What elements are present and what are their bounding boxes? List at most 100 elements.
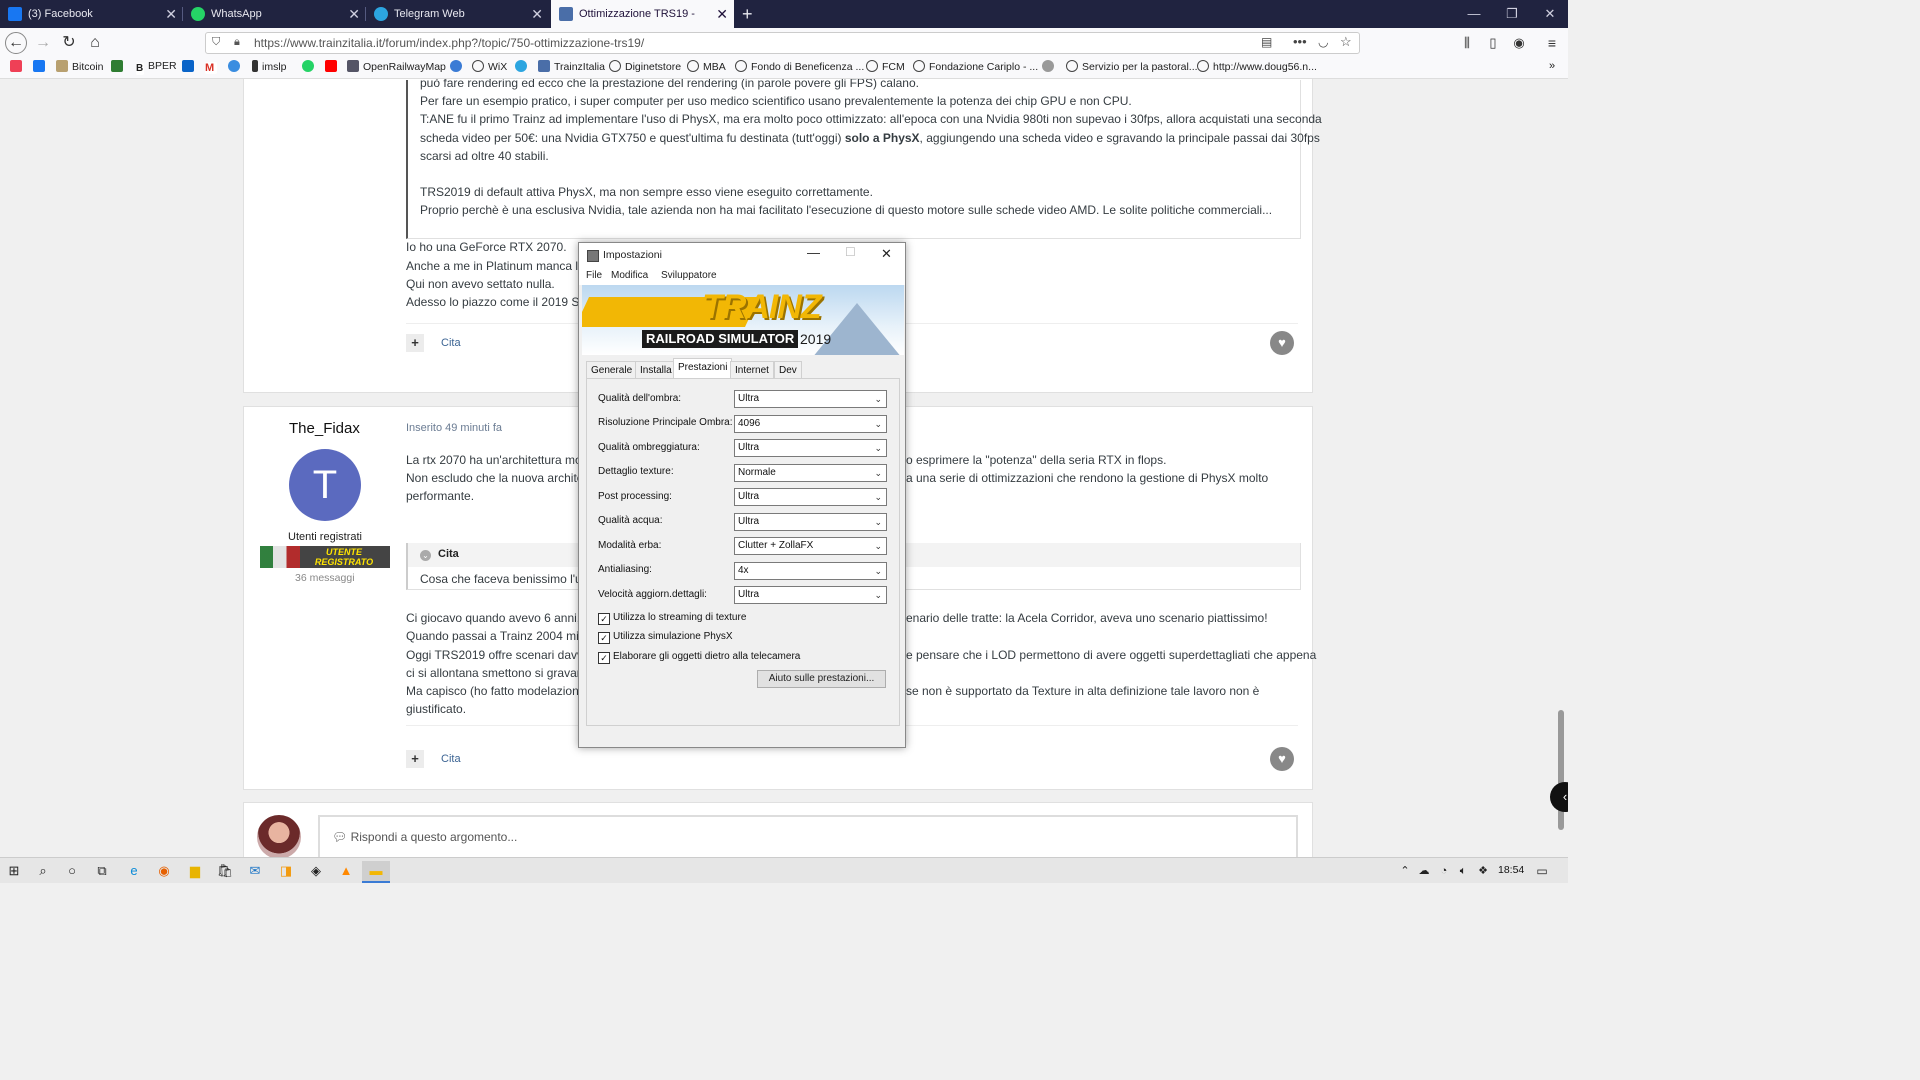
bookmark-openrailwaymap[interactable]: OpenRailwayMap [347, 60, 446, 73]
menu-file[interactable]: File [586, 270, 602, 281]
antialiasing-select[interactable]: 4x ⌄ [734, 562, 887, 580]
menu-modifica[interactable]: Modifica [611, 270, 648, 281]
home-icon[interactable]: ⌂ [84, 32, 106, 54]
close-tab-icon[interactable]: ✕ [348, 0, 360, 28]
checkmark-icon[interactable]: ✓ [598, 613, 610, 625]
bookmark-mba[interactable]: MBA [687, 60, 726, 73]
chevron-down-icon[interactable]: ⌄ [420, 550, 431, 561]
performance-help-button[interactable]: Aiuto sulle prestazioni... [757, 670, 886, 688]
new-tab-button[interactable]: + [736, 0, 760, 28]
page-scrollbar[interactable] [1554, 79, 1568, 857]
close-tab-icon[interactable]: ✕ [531, 0, 543, 28]
volume-icon[interactable]: 🔈︎ [1453, 861, 1473, 881]
bookmark-facebook[interactable] [33, 60, 49, 73]
bookmark-gmail[interactable]: M [205, 60, 221, 74]
url-text[interactable]: https://www.trainzitalia.it/forum/index.… [254, 36, 644, 50]
texture-detail-select[interactable]: Normale ⌄ [734, 464, 887, 482]
firefox-icon[interactable]: ◉ [154, 861, 174, 881]
windows-start-icon[interactable]: ⊞ [4, 861, 24, 881]
reader-view-icon[interactable]: ▤ [1261, 35, 1272, 49]
minimize-icon[interactable]: — [1455, 0, 1493, 28]
onedrive-icon[interactable]: ☁ [1414, 861, 1434, 881]
maximize-icon[interactable]: ☐ [845, 245, 856, 259]
store-icon[interactable]: 🛍︎ [215, 861, 235, 881]
pocket-icon[interactable]: ◡ [1318, 35, 1328, 49]
trainz-taskbar-icon[interactable]: ▬ [362, 861, 390, 883]
water-quality-select[interactable]: Ultra ⌄ [734, 513, 887, 531]
more-actions-icon[interactable]: ••• [1293, 34, 1307, 49]
bookmark-servizio-pastorale[interactable]: Servizio per la pastoral... [1066, 60, 1198, 73]
bookmark-fondazione-cariplo[interactable]: Fondazione Cariplo - ... [913, 60, 1038, 73]
quote-button[interactable]: Cita [441, 753, 461, 765]
bookmark-green[interactable] [111, 60, 127, 73]
menu-icon[interactable]: ≡ [1541, 32, 1563, 54]
post-author[interactable]: The_Fidax [289, 420, 360, 437]
bookmark-outlook[interactable] [182, 60, 198, 73]
edge-icon[interactable]: e [124, 861, 144, 881]
bookmark-diginetstore[interactable]: Diginetstore [609, 60, 681, 73]
mail-icon[interactable]: ✉ [245, 861, 265, 881]
shadow-resolution-select[interactable]: 4096 ⌄ [734, 415, 887, 433]
clock[interactable]: 18:54 [1498, 864, 1524, 876]
search-icon[interactable]: ⌕ [33, 861, 53, 881]
account-icon[interactable]: ◉ [1508, 32, 1530, 54]
multiquote-plus-button[interactable]: + [406, 750, 424, 768]
url-bar[interactable]: ⛉ 🔒︎ https://www.trainzitalia.it/forum/i… [205, 32, 1360, 54]
shadow-quality-select[interactable]: Ultra ⌄ [734, 390, 887, 408]
wifi-icon[interactable]: ◔ [1434, 861, 1454, 881]
like-heart-icon[interactable]: ♥ [1270, 747, 1294, 771]
app-icon[interactable]: ◈ [306, 861, 326, 881]
chevron-up-icon[interactable]: ⌃ [1395, 861, 1415, 881]
floating-action-button[interactable]: ‹ [1550, 782, 1568, 812]
bookmark-c[interactable] [450, 60, 466, 73]
app-icon[interactable]: ◨ [276, 861, 296, 881]
post-processing-select[interactable]: Ultra ⌄ [734, 488, 887, 506]
scrollbar-thumb[interactable] [1558, 710, 1564, 830]
close-tab-icon[interactable]: ✕ [165, 0, 177, 28]
close-window-icon[interactable]: ✕ [1531, 0, 1569, 28]
like-heart-icon[interactable]: ♥ [1270, 331, 1294, 355]
bookmark-fcm[interactable]: FCM [866, 60, 905, 73]
shading-quality-select[interactable]: Ultra ⌄ [734, 439, 887, 457]
tab-prestazioni[interactable]: Prestazioni [673, 358, 733, 379]
notifications-icon[interactable]: ▭ [1532, 861, 1552, 881]
file-explorer-icon[interactable]: ▆ [185, 861, 205, 881]
tab-whatsapp[interactable]: WhatsApp ✕ [183, 0, 366, 28]
bookmark-pocket[interactable] [10, 60, 26, 73]
task-view-icon[interactable]: ⧉ [92, 861, 112, 881]
quote-button[interactable]: Cita [441, 337, 461, 349]
bookmark-doug56[interactable]: http://www.doug56.n... [1197, 60, 1317, 73]
close-tab-icon[interactable]: ✕ [716, 0, 728, 28]
bookmark-imslp[interactable]: imslp [252, 60, 287, 73]
forward-icon[interactable]: → [32, 32, 54, 54]
reply-input[interactable]: 💬︎ Rispondi a questo argomento... [318, 815, 1298, 857]
tab-dev[interactable]: Dev [774, 361, 802, 379]
bookmark-star-icon[interactable]: ☆ [1340, 34, 1352, 50]
multiquote-plus-button[interactable]: + [406, 334, 424, 352]
bookmark-trainzitalia[interactable]: TrainzItalia [538, 60, 605, 73]
avatar[interactable]: T [289, 449, 361, 521]
minimize-icon[interactable]: — [807, 245, 820, 260]
behind-camera-checkbox[interactable]: ✓ Elaborare gli oggetti dietro alla telec… [598, 651, 800, 664]
post-date[interactable]: Inserito 49 minuti fa [406, 422, 502, 434]
bookmark-telegram[interactable] [515, 60, 531, 73]
avatar[interactable] [257, 815, 301, 857]
menu-sviluppatore[interactable]: Sviluppatore [661, 270, 717, 281]
reload-icon[interactable]: ↻ [58, 32, 80, 54]
tab-generale[interactable]: Generale [586, 361, 638, 379]
vlc-icon[interactable]: ▲ [336, 861, 356, 881]
lock-icon[interactable]: 🔒︎ [234, 36, 240, 49]
bookmark-fondo-beneficenza[interactable]: Fondo di Beneficenza ... [735, 60, 864, 73]
bookmark-bitcoin[interactable]: Bitcoin [56, 60, 104, 73]
tab-installa[interactable]: Installa [635, 361, 677, 379]
tab-trainzitalia[interactable]: Ottimizzazione TRS19 - Laborat ✕ [551, 0, 734, 48]
physx-checkbox[interactable]: ✓ Utilizza simulazione PhysX [598, 631, 733, 644]
texture-streaming-checkbox[interactable]: ✓ Utilizza lo streaming di texture [598, 612, 746, 625]
detail-update-speed-select[interactable]: Ultra ⌄ [734, 586, 887, 604]
back-icon[interactable]: ← [5, 32, 27, 54]
bookmark-youtube[interactable] [325, 60, 341, 73]
bookmark-blue-circle[interactable] [228, 60, 244, 73]
checkmark-icon[interactable]: ✓ [598, 652, 610, 664]
sidebar-icon[interactable]: ▯ [1482, 32, 1504, 54]
tab-facebook[interactable]: (3) Facebook ✕ [0, 0, 183, 28]
